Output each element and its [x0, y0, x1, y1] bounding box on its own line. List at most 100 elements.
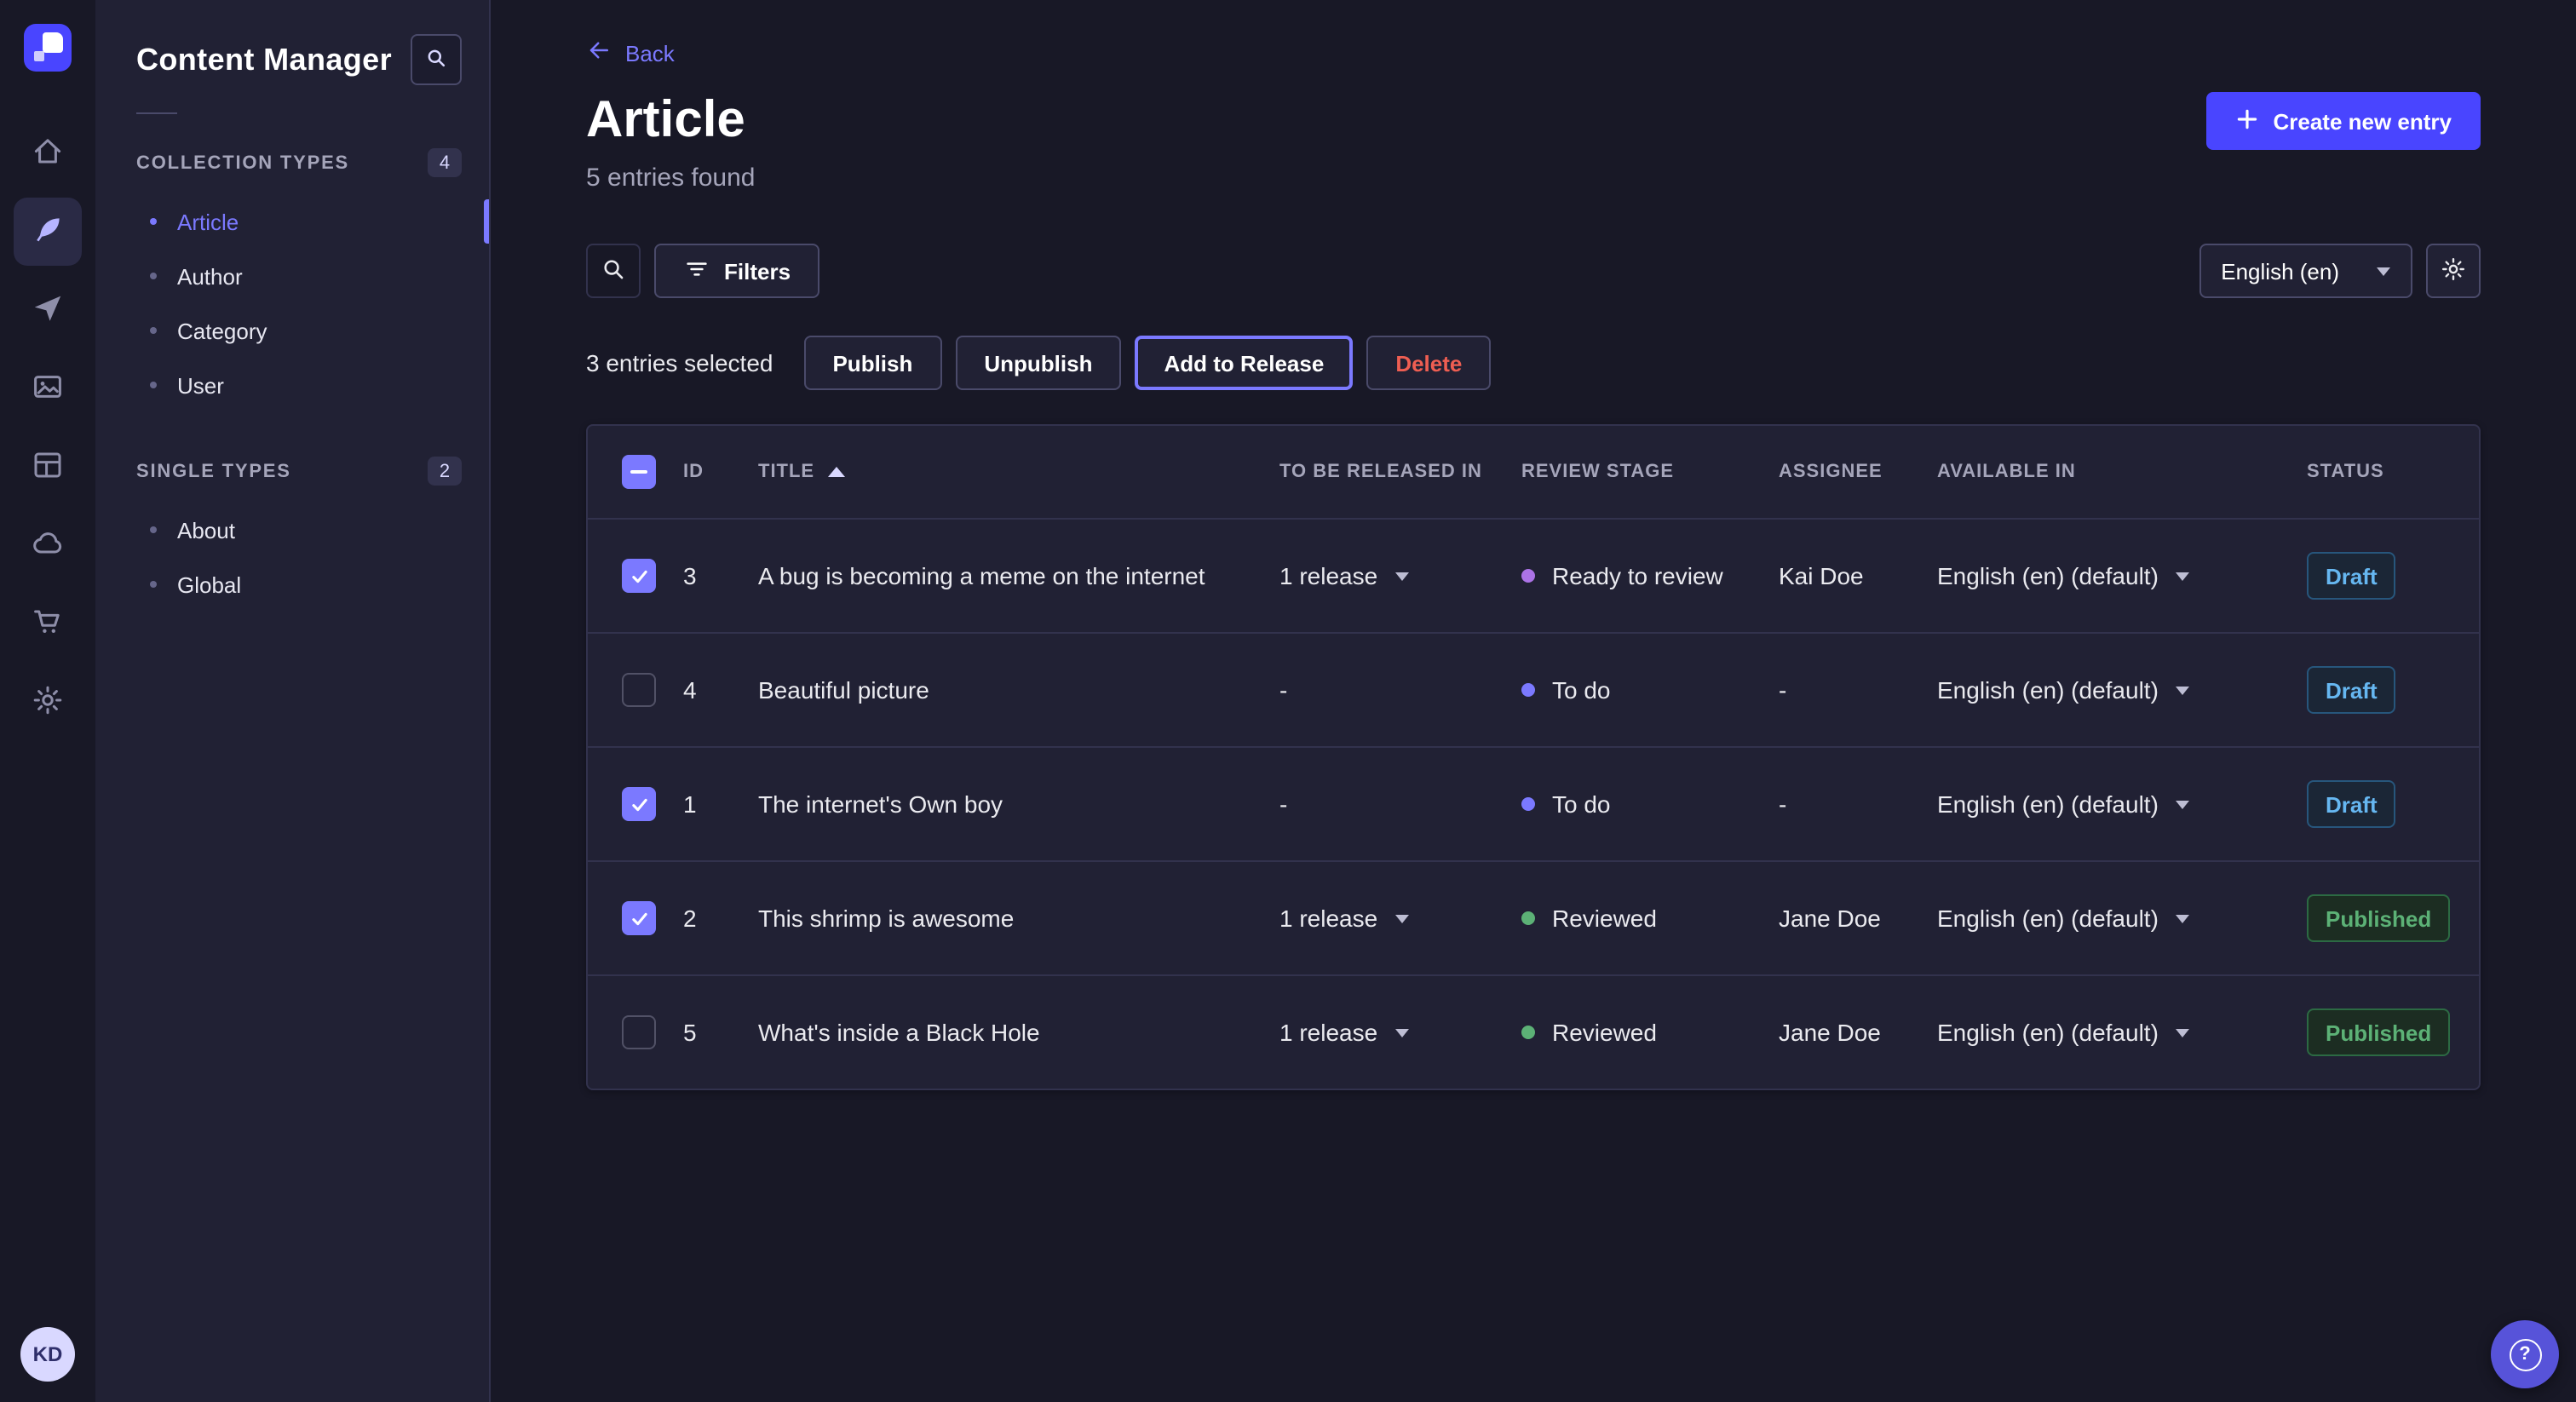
indeterminate-icon	[630, 470, 647, 474]
page-title: Article	[586, 92, 745, 150]
rail-releases-button[interactable]	[14, 276, 82, 344]
rail-home-button[interactable]	[14, 119, 82, 187]
search-button[interactable]	[586, 244, 641, 298]
row-release-dropdown[interactable]: 1 release	[1279, 905, 1521, 932]
selection-count-label: 3 entries selected	[586, 349, 773, 376]
view-settings-button[interactable]	[2426, 244, 2481, 298]
rail-content-manager-button[interactable]	[14, 198, 82, 266]
row-release-dropdown[interactable]: 1 release	[1279, 1019, 1521, 1046]
bullet-icon	[150, 382, 157, 388]
column-header-id[interactable]: ID	[683, 462, 758, 482]
table-row: 2 This shrimp is awesome 1 release Revie…	[588, 860, 2479, 974]
row-locale-dropdown[interactable]: English (en) (default)	[1937, 676, 2307, 704]
help-button[interactable]: ?	[2491, 1320, 2559, 1388]
column-header-status[interactable]: STATUS	[2307, 462, 2479, 482]
stage-dot-icon	[1521, 569, 1535, 583]
column-header-title[interactable]: TITLE	[758, 462, 1279, 482]
cart-icon	[31, 604, 65, 643]
rail-marketplace-button[interactable]	[14, 589, 82, 658]
table-row: 1 The internet's Own boy - To do - Engli…	[588, 746, 2479, 860]
strapi-logo-icon[interactable]	[24, 24, 72, 72]
delete-button[interactable]: Delete	[1366, 336, 1491, 390]
bullet-icon	[150, 526, 157, 533]
row-locale-dropdown[interactable]: English (en) (default)	[1937, 562, 2307, 589]
filters-button[interactable]: Filters	[654, 244, 819, 298]
section-label: COLLECTION TYPES	[136, 152, 349, 173]
row-title[interactable]: Beautiful picture	[758, 676, 1279, 704]
row-locale-dropdown[interactable]: English (en) (default)	[1937, 790, 2307, 818]
stage-dot-icon	[1521, 911, 1535, 925]
row-id: 2	[683, 905, 758, 932]
column-header-review-stage[interactable]: REVIEW STAGE	[1521, 462, 1779, 482]
rail-settings-button[interactable]	[14, 668, 82, 736]
row-checkbox[interactable]	[622, 673, 656, 707]
bullet-icon	[150, 218, 157, 225]
row-release-dropdown: -	[1279, 676, 1521, 704]
row-checkbox[interactable]	[622, 901, 656, 935]
column-header-to-be-released-in[interactable]: TO BE RELEASED IN	[1279, 462, 1521, 482]
row-review-stage: To do	[1521, 790, 1779, 818]
rail-deploy-button[interactable]	[14, 511, 82, 579]
table-row: 3 A bug is becoming a meme on the intern…	[588, 518, 2479, 632]
nav-rail: KD	[0, 0, 95, 1402]
row-locale-dropdown[interactable]: English (en) (default)	[1937, 905, 2307, 932]
active-indicator	[484, 199, 489, 244]
status-badge: Draft	[2307, 666, 2396, 714]
table-row: 4 Beautiful picture - To do - English (e…	[588, 632, 2479, 746]
chevron-down-icon	[1394, 914, 1408, 922]
row-locale-dropdown[interactable]: English (en) (default)	[1937, 1019, 2307, 1046]
row-assignee: -	[1779, 790, 1937, 818]
rail-media-library-button[interactable]	[14, 354, 82, 422]
sidebar-item-article[interactable]: Article	[95, 194, 489, 249]
status-badge: Published	[2307, 894, 2450, 942]
back-link[interactable]: Back	[586, 37, 675, 68]
row-release-dropdown: -	[1279, 790, 1521, 818]
sidebar-search-button[interactable]	[411, 34, 462, 85]
select-all-checkbox[interactable]	[622, 455, 656, 489]
divider	[136, 112, 177, 114]
gear-icon	[2440, 255, 2467, 287]
column-header-available-in[interactable]: AVAILABLE IN	[1937, 462, 2307, 482]
sidebar-section: SINGLE TYPES 2 About Global	[95, 457, 489, 612]
stage-dot-icon	[1521, 683, 1535, 697]
sidebar-item-global[interactable]: Global	[95, 557, 489, 612]
sidebar-item-category[interactable]: Category	[95, 303, 489, 358]
sidebar-title: Content Manager	[136, 42, 392, 78]
chevron-down-icon	[1394, 572, 1408, 580]
filter-icon	[683, 255, 710, 287]
arrow-left-icon	[586, 37, 612, 68]
content-type-builder-icon	[31, 447, 65, 486]
home-icon	[31, 134, 65, 173]
row-title[interactable]: What's inside a Black Hole	[758, 1019, 1279, 1046]
create-new-entry-button[interactable]: Create new entry	[2206, 92, 2481, 150]
sidebar-item-author[interactable]: Author	[95, 249, 489, 303]
sidebar-item-about[interactable]: About	[95, 503, 489, 557]
table-body: 3 A bug is becoming a meme on the intern…	[588, 518, 2479, 1089]
feather-icon	[31, 212, 65, 251]
row-checkbox[interactable]	[622, 787, 656, 821]
user-avatar[interactable]: KD	[20, 1327, 75, 1382]
row-checkbox[interactable]	[622, 1015, 656, 1049]
paper-plane-icon	[31, 290, 65, 330]
row-id: 3	[683, 562, 758, 589]
unpublish-button[interactable]: Unpublish	[955, 336, 1121, 390]
column-header-assignee[interactable]: ASSIGNEE	[1779, 462, 1937, 482]
chevron-down-icon	[2176, 1028, 2189, 1037]
publish-button[interactable]: Publish	[803, 336, 941, 390]
row-title[interactable]: A bug is becoming a meme on the internet	[758, 562, 1279, 589]
rail-content-type-builder-button[interactable]	[14, 433, 82, 501]
row-title[interactable]: The internet's Own boy	[758, 790, 1279, 818]
row-review-stage: Reviewed	[1521, 905, 1779, 932]
row-release-dropdown[interactable]: 1 release	[1279, 562, 1521, 589]
search-icon	[600, 255, 627, 287]
locale-select[interactable]: English (en)	[2199, 244, 2412, 298]
cloud-icon	[31, 526, 65, 565]
add-to-release-button[interactable]: Add to Release	[1135, 336, 1353, 390]
row-assignee: Jane Doe	[1779, 1019, 1937, 1046]
row-title[interactable]: This shrimp is awesome	[758, 905, 1279, 932]
row-review-stage: To do	[1521, 676, 1779, 704]
row-checkbox[interactable]	[622, 559, 656, 593]
bullet-icon	[150, 273, 157, 279]
sidebar-item-user[interactable]: User	[95, 358, 489, 412]
row-review-stage: Reviewed	[1521, 1019, 1779, 1046]
